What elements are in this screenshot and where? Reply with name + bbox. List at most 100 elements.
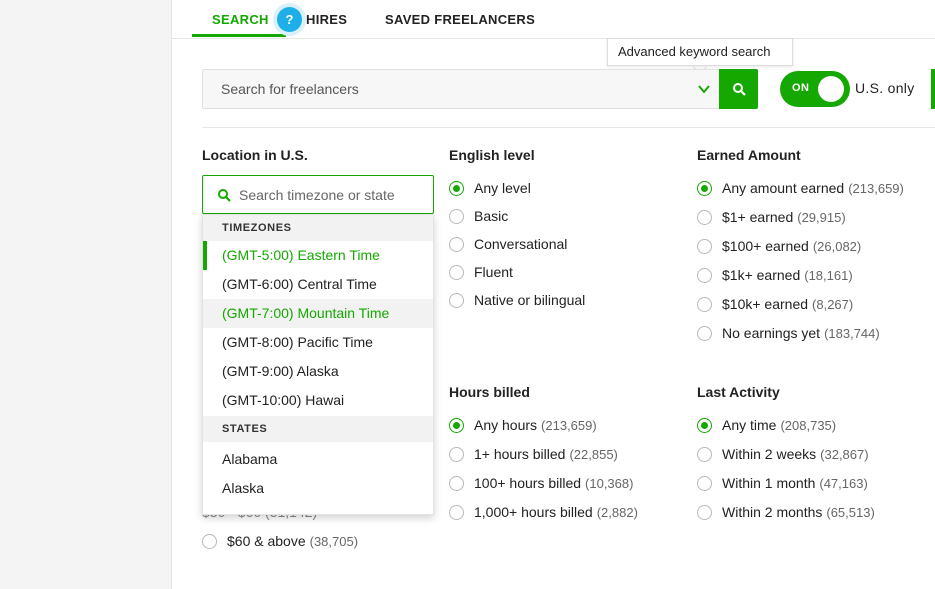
option-label: Within 2 months — [722, 504, 823, 520]
radio-button[interactable] — [697, 209, 712, 225]
timezone-item[interactable]: (GMT-10:00) Hawai — [203, 386, 433, 415]
search-icon — [218, 189, 231, 202]
radio-button[interactable] — [449, 446, 464, 462]
freelancer-search-input[interactable] — [221, 70, 661, 108]
hours-option[interactable]: Any hours (213,659) — [449, 415, 597, 435]
timezones-header: TIMEZONES — [203, 215, 433, 241]
option-label: $100+ earned — [722, 238, 809, 254]
left-gutter — [0, 0, 172, 589]
option-count: (29,915) — [797, 209, 846, 225]
help-icon[interactable]: ? — [277, 7, 302, 32]
tab-search[interactable]: SEARCH — [212, 12, 269, 27]
option-count: (2,882) — [596, 504, 638, 520]
radio-button[interactable] — [697, 296, 712, 312]
activity-option[interactable]: Within 1 month (47,163) — [697, 473, 868, 493]
activity-option[interactable]: Any time (208,735) — [697, 415, 836, 435]
us-only-toggle[interactable]: ON — [780, 71, 850, 107]
option-label: 100+ hours billed — [474, 475, 582, 491]
tab-saved-freelancers[interactable]: SAVED FREELANCERS — [385, 12, 535, 27]
active-tab-indicator — [192, 34, 286, 37]
timezone-item[interactable]: (GMT-7:00) Mountain Time — [203, 299, 433, 328]
option-label: $10k+ earned — [722, 296, 809, 312]
option-count: (22,855) — [569, 446, 618, 462]
state-item[interactable]: Alaska — [203, 474, 433, 503]
option-label: 1,000+ hours billed — [474, 504, 593, 520]
option-label: $1+ earned — [722, 209, 794, 225]
search-icon — [733, 83, 746, 96]
radio-button[interactable] — [449, 417, 464, 433]
option-label: No earnings yet — [722, 325, 821, 341]
activity-option[interactable]: Within 2 weeks (32,867) — [697, 444, 869, 464]
earned-option[interactable]: $10k+ earned (8,267) — [697, 294, 853, 314]
option-count: (47,163) — [819, 475, 868, 491]
states-header: STATES — [203, 416, 433, 442]
earned-option[interactable]: No earnings yet (183,744) — [697, 323, 880, 343]
activity-option[interactable]: Within 2 months (65,513) — [697, 502, 875, 522]
option-count: (213,659) — [541, 417, 597, 433]
timezone-item[interactable]: (GMT-6:00) Central Time — [203, 270, 433, 299]
radio-button[interactable] — [449, 504, 464, 520]
earned-option[interactable]: $1k+ earned (18,161) — [697, 265, 853, 285]
radio-button[interactable] — [449, 208, 464, 224]
hours-option[interactable]: 1,000+ hours billed (2,882) — [449, 502, 638, 522]
earned-option[interactable]: $100+ earned (26,082) — [697, 236, 861, 256]
radio-button[interactable] — [697, 325, 712, 341]
timezone-item[interactable]: (GMT-9:00) Alaska — [203, 357, 433, 386]
earned-option[interactable]: Any amount earned (213,659) — [697, 178, 904, 198]
location-title: Location in U.S. — [202, 147, 308, 163]
radio-button[interactable] — [697, 504, 712, 520]
divider — [202, 127, 935, 128]
radio-button[interactable] — [449, 264, 464, 280]
location-search-box — [202, 175, 434, 214]
english-option[interactable]: Any level — [449, 178, 531, 198]
option-count: (32,867) — [820, 446, 869, 462]
state-item[interactable]: Alabama — [203, 445, 433, 474]
radio-button[interactable] — [697, 238, 712, 254]
location-search-input[interactable] — [239, 176, 429, 213]
radio-button[interactable] — [697, 267, 712, 283]
last-activity-title: Last Activity — [697, 384, 780, 400]
radio-button[interactable] — [449, 292, 464, 308]
radio-button[interactable] — [449, 236, 464, 252]
earned-amount-title: Earned Amount — [697, 147, 801, 163]
radio-button[interactable] — [697, 180, 712, 196]
option-label: 1+ hours billed — [474, 446, 566, 462]
radio-button[interactable] — [697, 475, 712, 491]
radio-button[interactable] — [449, 475, 464, 491]
chevron-down-icon[interactable] — [697, 82, 711, 96]
option-count: (213,659) — [848, 180, 904, 196]
hours-option[interactable]: 100+ hours billed (10,368) — [449, 473, 633, 493]
option-count: (183,744) — [824, 325, 880, 341]
option-count: (10,368) — [585, 475, 634, 491]
option-label: Any hours — [474, 417, 538, 433]
option-label: Within 2 weeks — [722, 446, 817, 462]
radio-button[interactable] — [697, 446, 712, 462]
option-count: (38,705) — [309, 533, 359, 549]
english-option[interactable]: Conversational — [449, 234, 567, 254]
option-label: $60 & above — [227, 533, 306, 549]
search-button[interactable] — [719, 69, 758, 109]
option-count: (65,513) — [826, 504, 875, 520]
us-only-label: U.S. only — [855, 80, 915, 96]
english-option[interactable]: Basic — [449, 206, 508, 226]
advanced-search-tooltip: Advanced keyword search — [607, 38, 793, 66]
option-count: (26,082) — [812, 238, 862, 254]
earned-option[interactable]: $1+ earned (29,915) — [697, 207, 846, 227]
option-label: Basic — [474, 208, 509, 224]
option-label: Any level — [474, 180, 531, 196]
timezone-item[interactable]: (GMT-5:00) Eastern Time — [203, 241, 433, 270]
radio-button[interactable] — [449, 180, 464, 196]
location-dropdown: TIMEZONES (GMT-5:00) Eastern Time (GMT-6… — [202, 214, 434, 515]
english-option[interactable]: Fluent — [449, 262, 513, 282]
toggle-knob — [818, 76, 844, 102]
timezone-item[interactable]: (GMT-8:00) Pacific Time — [203, 328, 433, 357]
tab-hires[interactable]: HIRES — [306, 12, 347, 27]
hours-option[interactable]: 1+ hours billed (22,855) — [449, 444, 618, 464]
option-label: $1k+ earned — [722, 267, 801, 283]
radio-button[interactable] — [697, 417, 712, 433]
radio-button[interactable] — [202, 533, 217, 549]
english-level-title: English level — [449, 147, 535, 163]
hourly-rate-option-60-above[interactable]: $60 & above (38,705) — [202, 531, 358, 551]
english-option[interactable]: Native or bilingual — [449, 290, 585, 310]
option-label: Any time — [722, 417, 777, 433]
